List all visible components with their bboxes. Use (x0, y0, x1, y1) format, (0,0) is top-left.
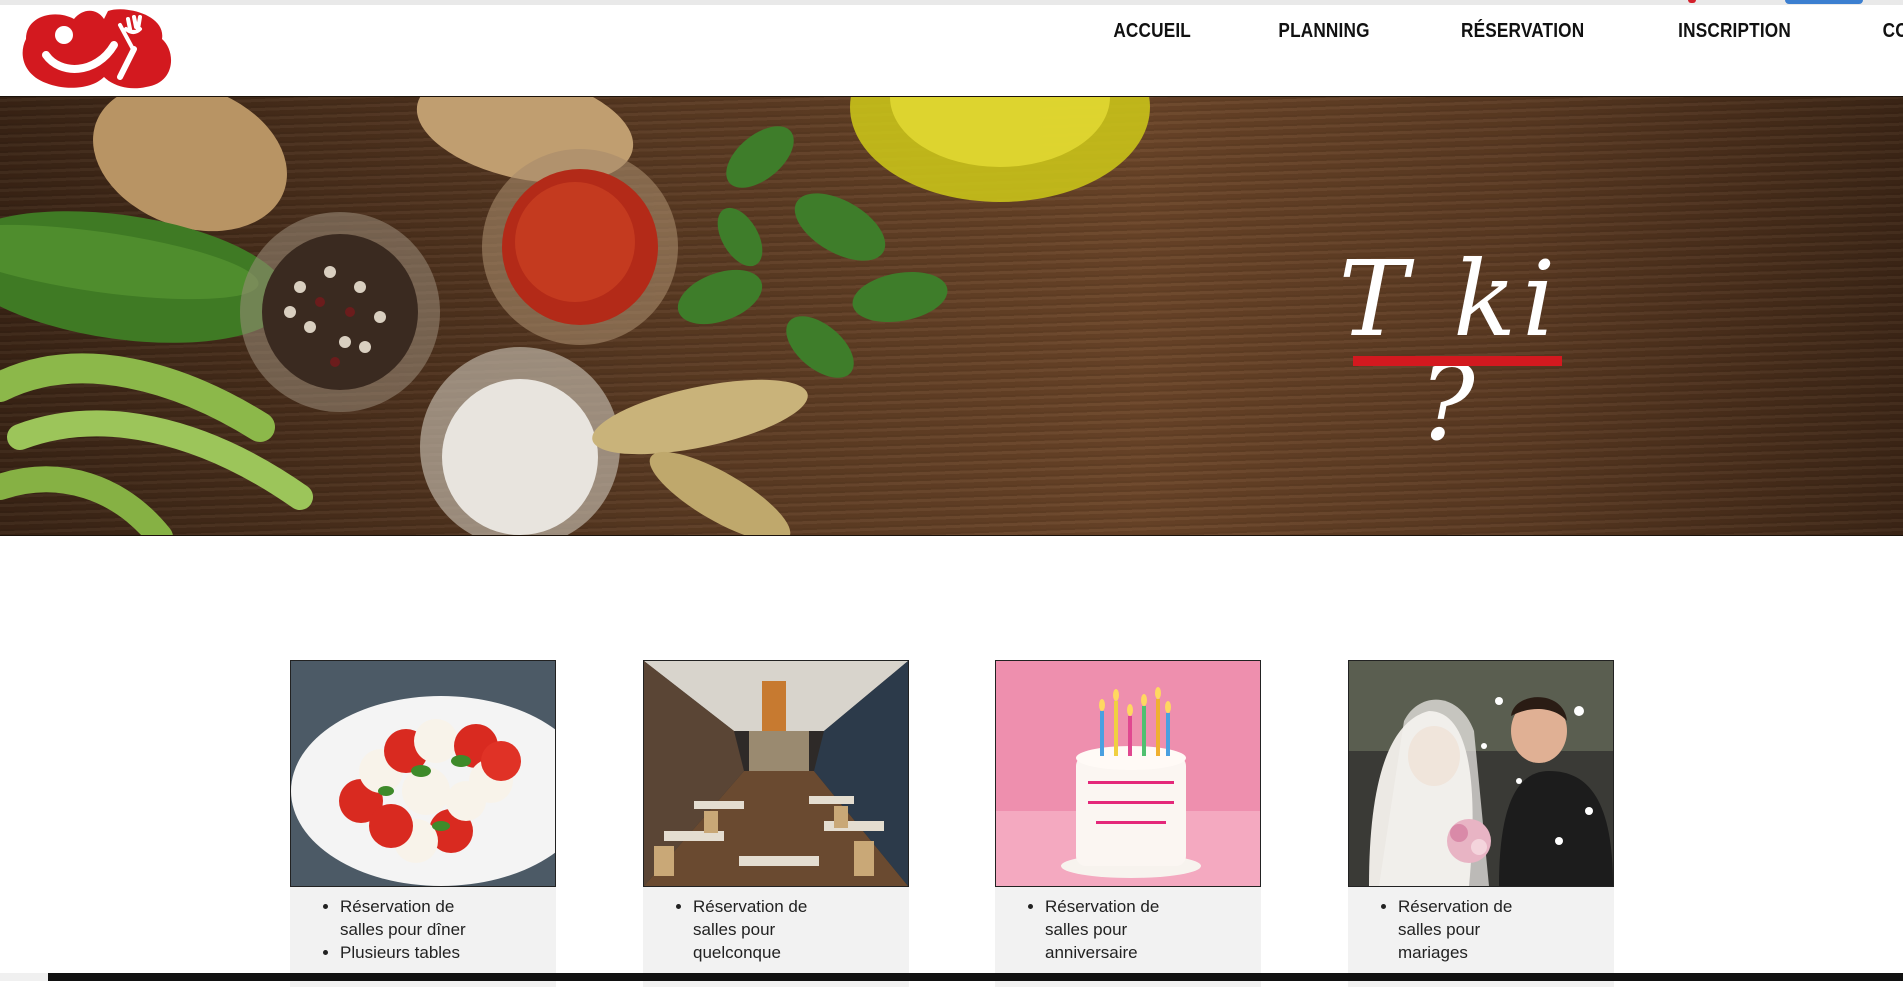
card-image-restaurant-hall (643, 660, 909, 887)
nav-item-planning[interactable]: PLANNING (1247, 5, 1402, 57)
services-cards: Réservation de salles pour dîner Plusieu… (0, 660, 1903, 987)
card-body: Réservation de salles pour mariages (1348, 887, 1614, 987)
card-image-wedding-couple (1348, 660, 1614, 887)
list-item: Réservation de salles pour quelconque (693, 895, 823, 964)
list-item: Plusieurs tables (340, 941, 470, 964)
card-wedding[interactable]: Réservation de salles pour mariages (1348, 660, 1614, 987)
nav-item-reservation[interactable]: RÉSERVATION (1430, 5, 1617, 57)
nav-item-inscription[interactable]: INSCRIPTION (1646, 5, 1822, 57)
list-item: Réservation de salles pour anniversaire (1045, 895, 1175, 964)
hero-title-underline (1353, 356, 1562, 366)
card-image-birthday-cake (995, 660, 1261, 887)
card-feature-list: Réservation de salles pour mariages (1348, 895, 1528, 964)
list-item: Réservation de salles pour dîner (340, 895, 470, 941)
nav-item-connexion[interactable]: CONNEXION (1851, 5, 1903, 57)
hero-food-illustration (0, 97, 1150, 535)
top-action-button[interactable] (1785, 0, 1863, 4)
list-item: Réservation de salles pour mariages (1398, 895, 1528, 964)
card-body: Réservation de salles pour anniversaire (995, 887, 1261, 987)
logo-icon[interactable] (16, 5, 172, 91)
card-body: Réservation de salles pour dîner Plusieu… (290, 887, 556, 987)
scrollbar-thumb[interactable] (48, 973, 1903, 981)
card-feature-list: Réservation de salles pour quelconque (643, 895, 823, 964)
nav-item-accueil[interactable]: ACCUEIL (1082, 5, 1223, 57)
card-birthday[interactable]: Réservation de salles pour anniversaire (995, 660, 1261, 987)
main-nav: ACCUEIL PLANNING RÉSERVATION INSCRIPTION… (1070, 5, 1903, 57)
hero-banner: T ki ? (0, 96, 1903, 536)
card-dinner[interactable]: Réservation de salles pour dîner Plusieu… (290, 660, 556, 987)
card-feature-list: Réservation de salles pour dîner Plusieu… (290, 895, 470, 964)
card-image-caprese-salad (290, 660, 556, 887)
card-feature-list: Réservation de salles pour anniversaire (995, 895, 1175, 964)
card-any-event[interactable]: Réservation de salles pour quelconque (643, 660, 909, 987)
horizontal-scrollbar[interactable] (0, 973, 1903, 981)
site-header: ACCUEIL PLANNING RÉSERVATION INSCRIPTION… (0, 5, 1903, 96)
card-body: Réservation de salles pour quelconque (643, 887, 909, 987)
hero-title: T ki ? (1338, 238, 1562, 464)
